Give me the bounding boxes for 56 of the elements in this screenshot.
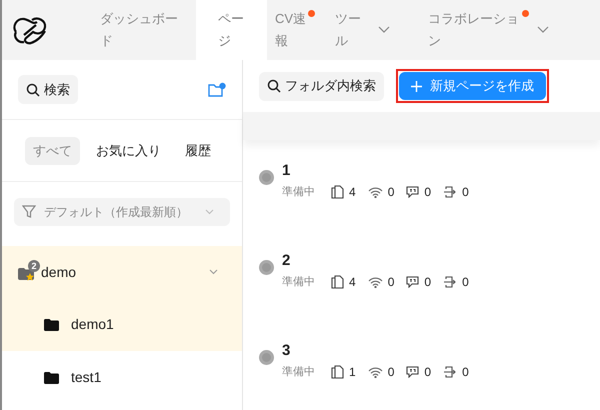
count-badge: 2 <box>28 260 40 272</box>
search-icon <box>26 82 40 96</box>
plus-icon <box>411 80 422 92</box>
stat-count: 0 <box>388 364 394 381</box>
stat-count: 0 <box>462 274 469 291</box>
wifi-icon <box>368 186 383 198</box>
stat-count: 0 <box>424 184 432 201</box>
exit-icon <box>443 276 458 288</box>
chat-icon <box>406 276 420 288</box>
caret-icon <box>205 209 214 215</box>
chevron-icon[interactable] <box>209 269 218 275</box>
star-icon <box>26 273 34 281</box>
stat-count: 0 <box>424 274 432 291</box>
chat-icon <box>406 186 420 198</box>
wifi-icon <box>368 276 383 288</box>
folder-row[interactable]: test1 <box>2 351 242 404</box>
nav-tab[interactable]: ページ <box>196 0 267 60</box>
page-status: 準備中 <box>282 274 315 290</box>
copy-icon <box>331 365 344 379</box>
copy-icon <box>331 185 344 199</box>
folder-row[interactable]: demo1 <box>2 298 242 351</box>
copy-icon <box>331 275 344 289</box>
new-folder-icon[interactable] <box>208 82 226 98</box>
stat-count: 1 <box>349 364 356 381</box>
filter-tab[interactable]: 履歴 <box>177 136 219 164</box>
page-status: 準備中 <box>282 184 315 200</box>
search-icon <box>267 79 281 94</box>
page-title[interactable]: 2 <box>282 252 469 270</box>
page-status-icon <box>259 170 274 185</box>
page-status-icon <box>259 260 274 275</box>
stat-count: 4 <box>349 274 356 291</box>
stat-count: 0 <box>388 184 394 201</box>
stat-count: 0 <box>462 364 469 381</box>
exit-icon <box>443 186 458 198</box>
stat-count: 0 <box>388 274 394 291</box>
stat-count: 0 <box>462 184 469 201</box>
page-title[interactable]: 3 <box>282 342 469 360</box>
search-button[interactable]: 検索 <box>18 75 78 104</box>
folder-icon <box>44 372 59 384</box>
wifi-icon <box>368 366 383 378</box>
page-title[interactable]: 1 <box>282 162 469 180</box>
filter-tab[interactable]: お気に入り <box>88 136 169 164</box>
folder-name: demo <box>41 262 76 282</box>
folder-search-button[interactable]: フォルダ内検索 <box>259 72 384 101</box>
filter-icon <box>22 205 36 219</box>
exit-icon <box>443 366 458 378</box>
folder-name: demo1 <box>71 315 114 334</box>
chat-icon <box>406 366 420 378</box>
stat-count: 0 <box>424 364 432 381</box>
sort-label: デフォルト（作成最新順） <box>44 204 188 221</box>
folder-name: test1 <box>71 368 102 387</box>
folder-icon <box>44 318 59 330</box>
page-status: 準備中 <box>282 364 315 380</box>
page-status-icon <box>259 350 274 365</box>
folder-row[interactable]: 2 demo <box>2 246 242 298</box>
stat-count: 4 <box>349 184 356 201</box>
